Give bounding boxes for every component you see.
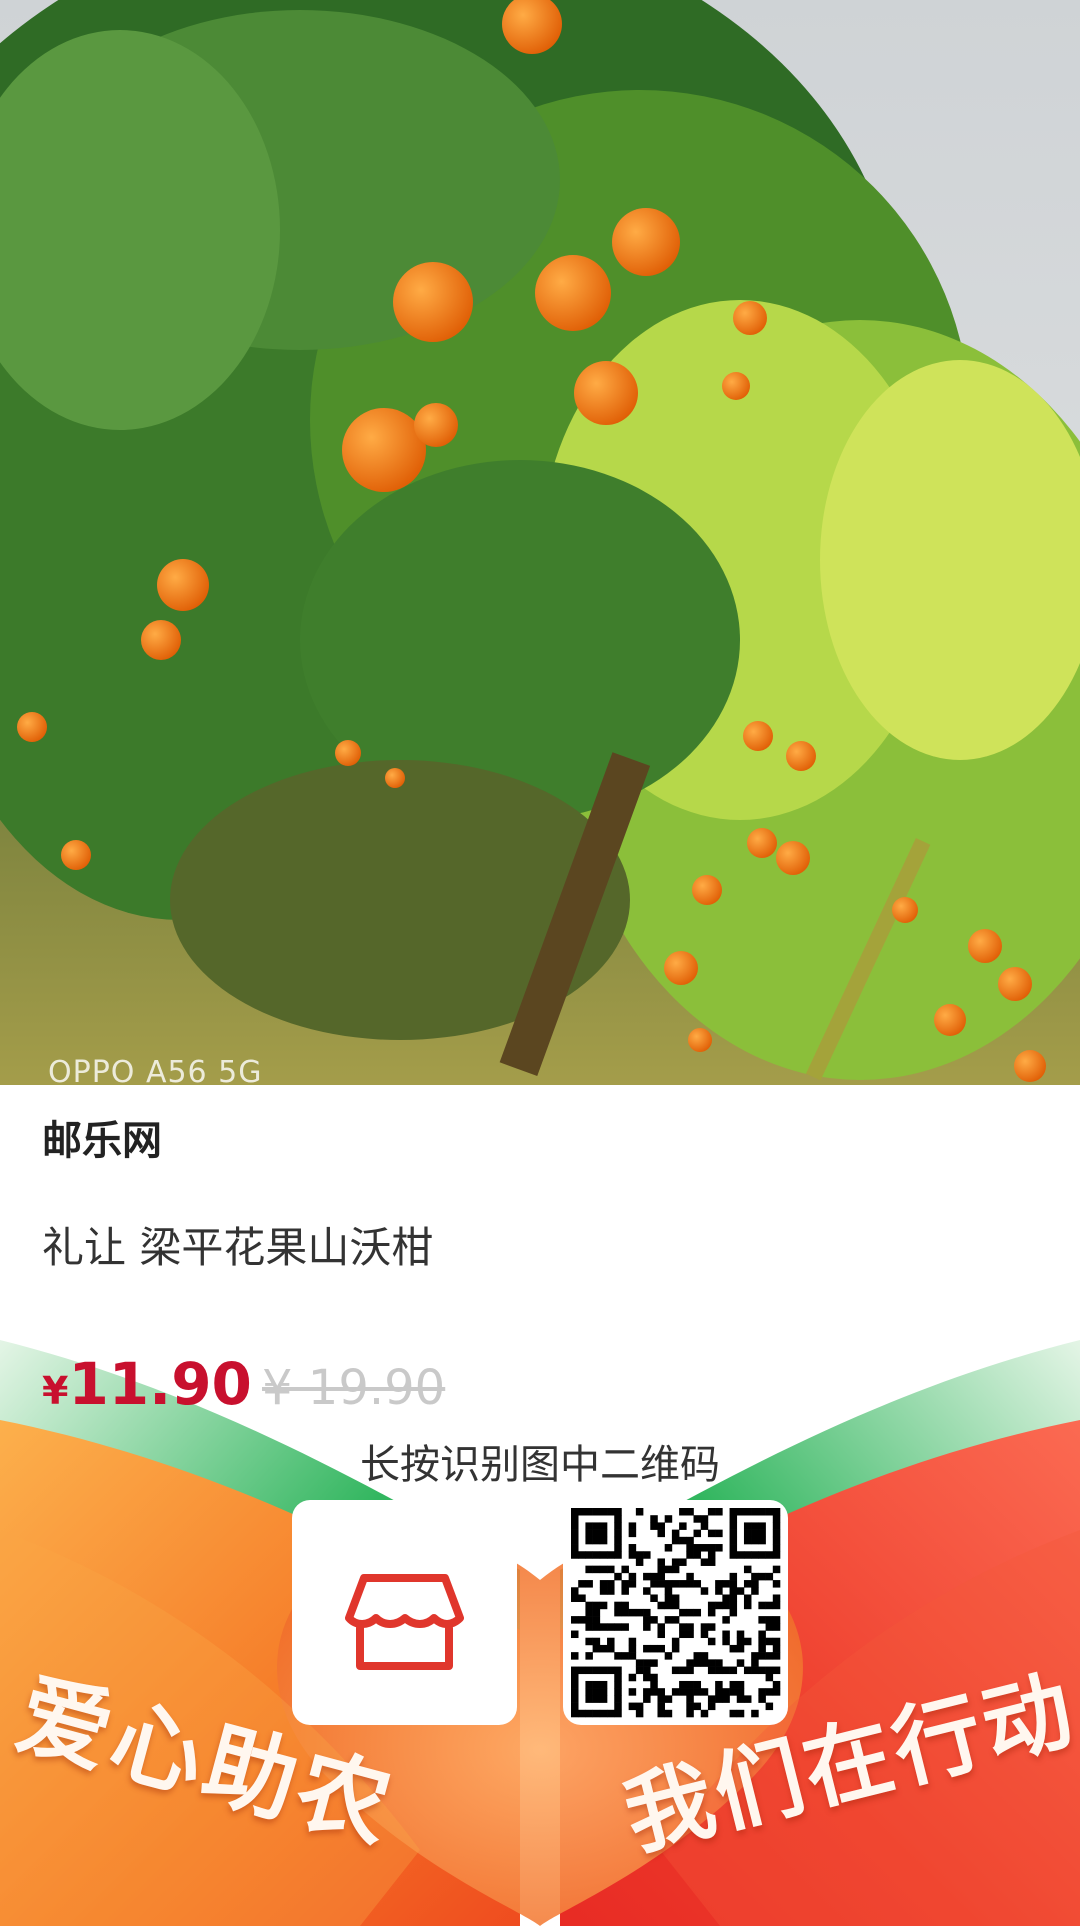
- product-photo: OPPO A56 5G: [0, 0, 1080, 1085]
- product-title: 礼让 梁平花果山沃柑: [42, 1223, 434, 1272]
- qr-code-icon: [571, 1508, 781, 1718]
- shop-logo-card: [292, 1500, 517, 1725]
- price-value: 11.90: [68, 1350, 252, 1418]
- orange-tree-image: [0, 0, 1080, 1085]
- shop-name: 邮乐网: [42, 1118, 162, 1164]
- banner-background: [0, 1330, 1080, 1926]
- original-price: ¥ 19.90: [262, 1360, 446, 1416]
- qr-code-card: [563, 1500, 788, 1725]
- shop-icon: [345, 1574, 464, 1670]
- currency-symbol: ¥: [42, 1369, 69, 1413]
- current-price: ¥11.90: [42, 1350, 252, 1418]
- promo-banner: [0, 1330, 1080, 1926]
- camera-watermark: OPPO A56 5G: [48, 1055, 263, 1085]
- qr-hint: 长按识别图中二维码: [360, 1442, 720, 1488]
